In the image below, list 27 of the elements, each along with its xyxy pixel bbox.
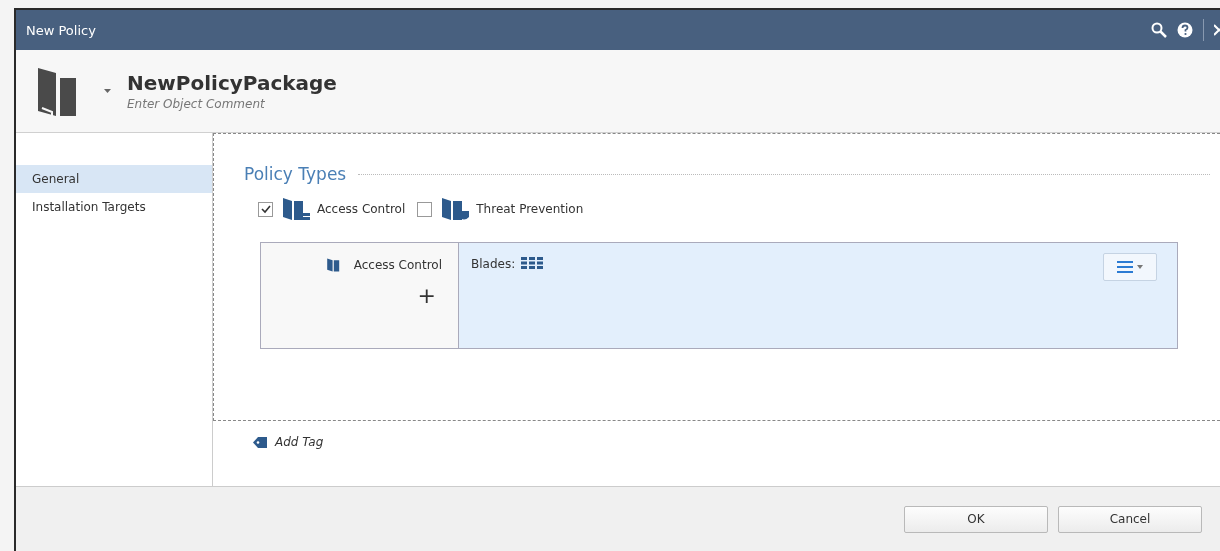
- blades-grid-icon: [521, 257, 546, 269]
- search-icon[interactable]: [1151, 22, 1167, 38]
- policy-threat-icon: [440, 196, 471, 222]
- section-title: Policy Types: [244, 164, 347, 184]
- add-tag-link[interactable]: Add Tag: [275, 435, 324, 449]
- policy-type-label: Threat Prevention: [476, 202, 584, 216]
- add-layer-button[interactable]: +: [417, 285, 436, 307]
- menu-icon: [1117, 261, 1133, 273]
- caret-icon: [1137, 265, 1143, 269]
- comment-field[interactable]: Enter Object Comment: [127, 97, 337, 111]
- close-icon[interactable]: [1214, 24, 1220, 36]
- help-icon[interactable]: [1177, 22, 1193, 38]
- window-title: New Policy: [26, 22, 97, 38]
- blades-label: Blades:: [471, 257, 516, 271]
- menu-button[interactable]: [1103, 253, 1157, 281]
- dialog-button[interactable]: OK: [904, 505, 1048, 533]
- sidebar-item[interactable]: Installation Targets: [16, 193, 212, 221]
- package-name[interactable]: NewPolicyPackage: [127, 71, 337, 95]
- sidebar-item[interactable]: General: [16, 165, 212, 193]
- checkbox[interactable]: [258, 201, 273, 217]
- checkbox[interactable]: [417, 201, 433, 217]
- layer-name: Access Control: [353, 258, 442, 272]
- dialog-button[interactable]: Cancel: [1058, 505, 1202, 533]
- policy-access-icon: [281, 196, 311, 222]
- policy-type-label: Access Control: [317, 202, 406, 216]
- tag-icon: [253, 436, 267, 448]
- caret-icon[interactable]: [104, 89, 111, 93]
